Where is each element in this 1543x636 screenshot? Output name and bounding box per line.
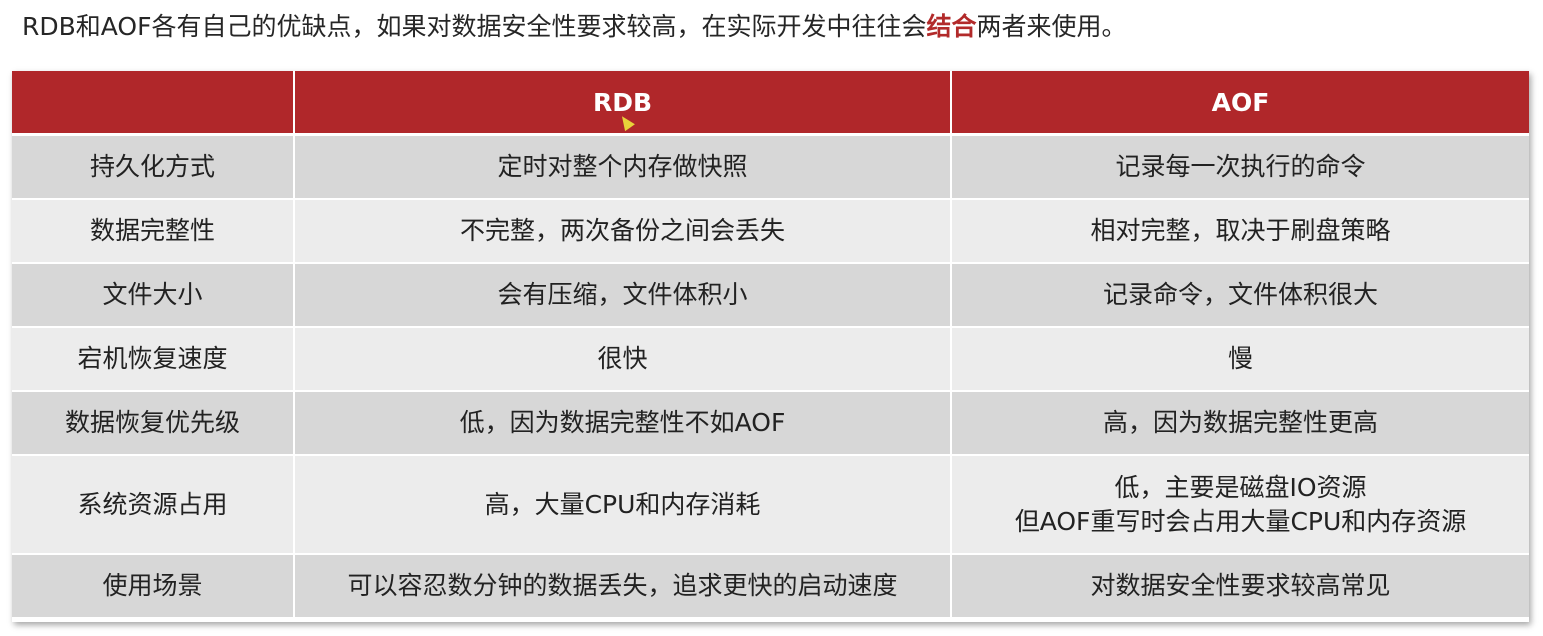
rdb-cell: 高，大量CPU和内存消耗 [295,456,952,555]
aof-cell: 记录每一次执行的命令 [952,136,1529,200]
row-label: 使用场景 [12,555,295,617]
table-row: 使用场景 可以容忍数分钟的数据丢失，追求更快的启动速度 对数据安全性要求较高常见 [12,555,1529,617]
aof-cell: 记录命令，文件体积很大 [952,264,1529,328]
aof-cell: 高，因为数据完整性更高 [952,392,1529,456]
table-row: 持久化方式 定时对整个内存做快照 记录每一次执行的命令 [12,136,1529,200]
table-row: 宕机恢复速度 很快 慢 [12,328,1529,392]
rdb-cell: 低，因为数据完整性不如AOF [295,392,952,456]
intro-text: RDB和AOF各有自己的优缺点，如果对数据安全性要求较高，在实际开发中往往会结合… [22,8,1127,46]
row-label: 数据完整性 [12,200,295,264]
row-label: 系统资源占用 [12,456,295,555]
rdb-cell: 定时对整个内存做快照 [295,136,952,200]
row-label: 文件大小 [12,264,295,328]
comparison-table-container: RDB AOF 持久化方式 定时对整个内存做快照 记录每一次执行的命令 数据完整… [12,71,1529,622]
intro-after: 两者来使用。 [976,12,1127,41]
aof-cell: 慢 [952,328,1529,392]
header-aof: AOF [952,71,1529,136]
table-row: 文件大小 会有压缩，文件体积小 记录命令，文件体积很大 [12,264,1529,328]
rdb-cell: 很快 [295,328,952,392]
row-label: 宕机恢复速度 [12,328,295,392]
header-empty-cell [12,71,295,136]
table-row: 数据恢复优先级 低，因为数据完整性不如AOF 高，因为数据完整性更高 [12,392,1529,456]
table-row: 数据完整性 不完整，两次备份之间会丢失 相对完整，取决于刷盘策略 [12,200,1529,264]
intro-before: RDB和AOF各有自己的优缺点，如果对数据安全性要求较高，在实际开发中往往会 [22,12,927,41]
rdb-cell: 会有压缩，文件体积小 [295,264,952,328]
intro-highlight: 结合 [926,12,977,41]
aof-cell: 低，主要是磁盘IO资源 但AOF重写时会占用大量CPU和内存资源 [952,456,1529,555]
table-row: 系统资源占用 高，大量CPU和内存消耗 低，主要是磁盘IO资源 但AOF重写时会… [12,456,1529,555]
comparison-table: RDB AOF 持久化方式 定时对整个内存做快照 记录每一次执行的命令 数据完整… [12,71,1529,617]
aof-cell: 对数据安全性要求较高常见 [952,555,1529,617]
row-label: 持久化方式 [12,136,295,200]
aof-cell-line-2: 但AOF重写时会占用大量CPU和内存资源 [1014,506,1467,536]
table-header-row: RDB AOF [12,71,1529,136]
aof-cell-line-1: 低，主要是磁盘IO资源 [1114,472,1367,502]
rdb-cell: 不完整，两次备份之间会丢失 [295,200,952,264]
rdb-cell: 可以容忍数分钟的数据丢失，追求更快的启动速度 [295,555,952,617]
row-label: 数据恢复优先级 [12,392,295,456]
aof-cell: 相对完整，取决于刷盘策略 [952,200,1529,264]
